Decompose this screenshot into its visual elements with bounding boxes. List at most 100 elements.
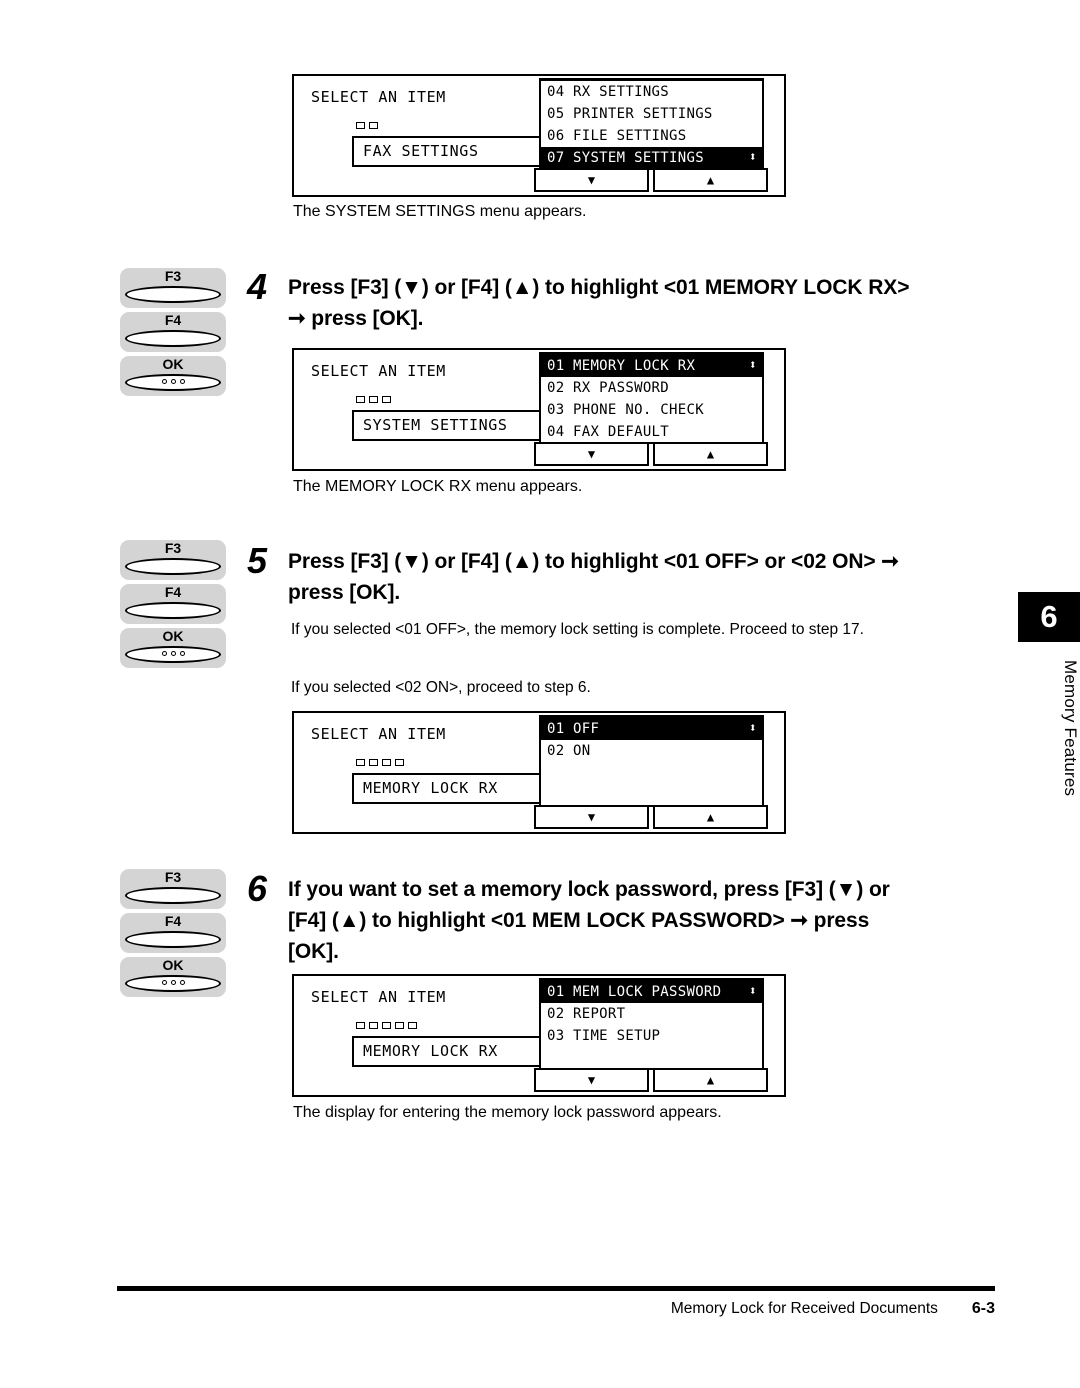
item-label: RX SETTINGS [573,84,670,100]
depth-square [369,759,378,766]
item-index: 04 [547,424,565,440]
item-label: MEM LOCK PASSWORD [573,984,722,1000]
list-item[interactable]: 05 PRINTER SETTINGS [541,103,762,125]
step4-heading-line1: Press [F3] (▼) or [F4] (▲) to highlight … [288,276,910,299]
depth-square [382,1022,391,1029]
list-item[interactable]: 02 RX PASSWORD [541,377,762,399]
list-item-selected[interactable]: 01 MEM LOCK PASSWORD ⬍ [541,981,762,1003]
lcd-softkeys: ▼ ▲ [534,1068,768,1092]
caption-memory-lock-rx: The MEMORY LOCK RX menu appears. [293,478,583,495]
lcd-title: SELECT AN ITEM [311,362,446,380]
key-f4[interactable]: F4 [120,312,226,352]
lcd-item-list[interactable]: 01 MEMORY LOCK RX ⬍ 02 RX PASSWORD 03 PHONE… [539,352,764,444]
depth-square [356,759,365,766]
item-label: RX PASSWORD [573,380,670,396]
key-f3[interactable]: F3 [120,540,226,580]
list-item-selected[interactable]: 01 MEMORY LOCK RX ⬍ [541,355,762,377]
step4-heading-line2: ➞ press [OK]. [288,307,424,330]
footer: Memory Lock for Received Documents 6-3 [671,1300,995,1318]
footer-section-title: Memory Lock for Received Documents [670,1300,938,1317]
item-index: 02 [547,380,565,396]
depth-square [369,396,378,403]
list-item[interactable]: 02 ON [541,740,762,762]
lcd-title: SELECT AN ITEM [311,725,446,743]
lcd-panel-mem-lock-password: SELECT AN ITEM MEMORY LOCK RX 01 MEM LOCK… [292,974,786,1097]
item-label: FILE SETTINGS [573,128,687,144]
list-item[interactable]: 02 REPORT [541,1003,762,1025]
item-index: 05 [547,106,565,122]
footer-rule [117,1286,995,1291]
list-item[interactable]: 04 FAX DEFAULT [541,421,762,442]
key-f3[interactable]: F3 [120,268,226,308]
list-item[interactable]: 03 TIME SETUP [541,1025,762,1047]
item-index: 07 [547,150,565,166]
step-number-6: 6 [247,868,268,909]
caption-password-display: The display for entering the memory lock… [293,1104,722,1121]
list-item[interactable]: 06 FILE SETTINGS [541,125,762,147]
key-ok[interactable]: OK [120,628,226,668]
manual-page: 6 Memory Features SELECT AN ITEM FAX SET… [0,0,1080,1388]
lcd-title: SELECT AN ITEM [311,988,446,1006]
item-label: MEMORY LOCK RX [573,358,696,374]
lcd-softkeys: ▼ ▲ [534,442,768,466]
step5-heading-line2: press [OK]. [288,581,401,604]
step4-heading: Press [F3] (▼) or [F4] (▲) to highlight … [288,272,988,334]
key-lens [125,602,221,619]
lcd-item-list[interactable]: 04 RX SETTINGS 05 PRINTER SETTINGS 06 FILE … [539,78,764,170]
softkey-up-arrow[interactable]: ▲ [653,168,768,192]
softkey-up-arrow[interactable]: ▲ [653,1068,768,1092]
softkey-up-arrow[interactable]: ▲ [653,805,768,829]
lcd-title: SELECT AN ITEM [311,88,446,106]
scroll-updown-icon: ⬍ [748,150,757,165]
key-f3[interactable]: F3 [120,869,226,909]
key-f4-label: F4 [164,913,182,929]
key-f4[interactable]: F4 [120,584,226,624]
item-index: 01 [547,984,565,1000]
depth-square [369,122,378,129]
softkey-down-arrow[interactable]: ▼ [534,1068,649,1092]
softkey-down-arrow[interactable]: ▼ [534,168,649,192]
lcd-current-menu: MEMORY LOCK RX [352,1036,552,1067]
scroll-updown-icon: ⬍ [748,984,757,999]
lcd-softkeys: ▼ ▲ [534,168,768,192]
item-index: 03 [547,402,565,418]
lcd-current-menu: MEMORY LOCK RX [352,773,552,804]
item-label: OFF [573,721,600,737]
key-ok-dots-icon [120,378,226,386]
key-lens [125,931,221,948]
step-number-4: 4 [247,266,268,307]
depth-square [382,396,391,403]
item-index: 04 [547,84,565,100]
key-group-step5: F3 F4 OK [120,540,228,672]
step5-body-para1: If you selected <01 OFF>, the memory loc… [291,621,864,638]
step6-heading-line2: [F4] (▲) to highlight <01 MEM LOCK PASSW… [288,909,870,932]
key-f3-label: F3 [164,869,182,885]
footer-page-number: 6-3 [971,1300,995,1317]
key-lens [125,887,221,904]
chapter-label: Memory Features [1061,660,1080,797]
key-lens [125,558,221,575]
key-f4-label: F4 [164,584,182,600]
softkey-down-arrow[interactable]: ▼ [534,805,649,829]
key-ok[interactable]: OK [120,356,226,396]
softkey-up-arrow[interactable]: ▲ [653,442,768,466]
softkey-down-arrow[interactable]: ▼ [534,442,649,466]
list-item[interactable]: 03 PHONE NO. CHECK [541,399,762,421]
lcd-item-list[interactable]: 01 MEM LOCK PASSWORD ⬍ 02 REPORT 03 TIME SE… [539,978,764,1070]
depth-square [382,759,391,766]
list-item-selected[interactable]: 01 OFF ⬍ [541,718,762,740]
step-number-5: 5 [247,540,268,581]
item-label: PRINTER SETTINGS [573,106,713,122]
list-item[interactable]: 04 RX SETTINGS [541,81,762,103]
key-f3-label: F3 [164,540,182,556]
item-label: PHONE NO. CHECK [573,402,704,418]
lcd-item-list[interactable]: 01 OFF ⬍ 02 ON [539,715,764,807]
key-f4[interactable]: F4 [120,913,226,953]
step5-heading-line1: Press [F3] (▼) or [F4] (▲) to highlight … [288,550,899,573]
depth-square [369,1022,378,1029]
key-group-step4: F3 F4 OK [120,268,228,400]
key-lens [125,330,221,347]
item-label: ON [573,743,591,759]
list-item-selected[interactable]: 07 SYSTEM SETTINGS ⬍ [541,147,762,168]
key-ok[interactable]: OK [120,957,226,997]
